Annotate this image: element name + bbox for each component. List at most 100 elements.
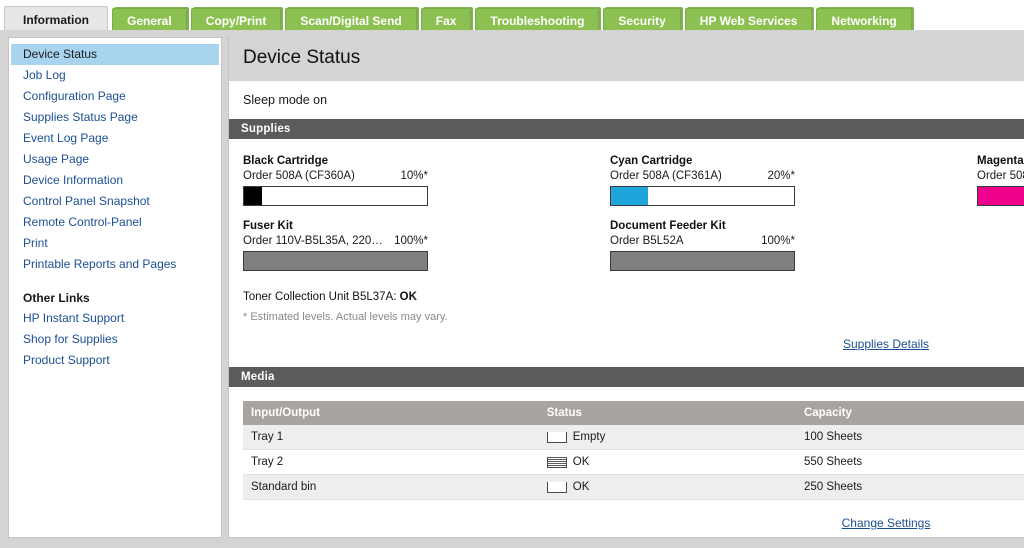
supply-level-fill	[611, 252, 794, 270]
sidebar-item-event-log-page[interactable]: Event Log Page	[9, 128, 221, 149]
media-header-row: Input/OutputStatusCapacitySizeType	[243, 401, 1024, 425]
supply-level-gauge	[977, 186, 1024, 206]
media-section-header: Media	[229, 367, 1024, 387]
supplies-details-row: Supplies Details	[229, 329, 1024, 367]
sidebar-nav-list: Device Status Job Log Configuration Page Su…	[9, 44, 221, 275]
supply-level-fill	[978, 187, 1024, 205]
cartridge-gauges-row: Black Cartridge Order 508A (CF360A) 10%* Cy…	[243, 155, 1024, 206]
media-cell-capacity: 550 Sheets	[795, 449, 1024, 475]
other-link-product-support[interactable]: Product Support	[9, 350, 221, 371]
toner-collection-unit-label: Toner Collection Unit B5L37A:	[243, 291, 400, 303]
tray-status-cell: Empty	[546, 431, 788, 443]
supply-percent-label: 100%*	[394, 235, 428, 247]
tab-information[interactable]: Information	[4, 6, 108, 33]
printer-ews-page: Information General Copy/Print Scan/Digital…	[0, 0, 1024, 548]
supply-name: Fuser Kit	[243, 220, 293, 232]
supply-document-feeder-kit: Document Feeder Kit Order B5L52A 100%*	[610, 220, 795, 271]
supplies-body: Black Cartridge Order 508A (CF360A) 10%* Cy…	[229, 139, 1024, 329]
page-title: Device Status	[243, 47, 361, 68]
supply-percent-label: 100%*	[761, 235, 795, 247]
page-body: Device Status Job Log Configuration Page Su…	[0, 33, 1024, 548]
sidebar-item-device-status[interactable]: Device Status	[11, 44, 219, 65]
supply-level-gauge	[610, 251, 795, 271]
media-cell-capacity: 100 Sheets	[795, 425, 1024, 450]
table-row: Tray 2OK550 SheetsLetter (8.5x11)Plain	[243, 449, 1024, 475]
supply-percent-label: 10%*	[400, 170, 429, 182]
media-cell-input-output: Tray 2	[243, 449, 539, 475]
supply-percent-label: 20%*	[767, 170, 796, 182]
supply-fuser-kit: Fuser Kit Order 110V-B5L35A, 220V-... 100%…	[243, 220, 428, 271]
supply-level-fill	[244, 187, 263, 205]
device-status-message: Sleep mode on	[229, 81, 1024, 119]
supply-level-gauge	[243, 186, 428, 206]
media-cell-status: OK	[538, 474, 796, 500]
media-cell-capacity: 250 Sheets	[795, 474, 1024, 500]
supply-order-code: Order 508A (CF360A)	[243, 170, 355, 182]
tab-list: Information General Copy/Print Scan/Digital…	[0, 0, 1024, 33]
supplies-details-link[interactable]: Supplies Details	[843, 337, 929, 351]
change-settings-row: Change Settings	[229, 508, 1024, 546]
tray-full-icon	[546, 456, 567, 468]
media-cell-status: OK	[538, 449, 796, 475]
media-table-head: Input/OutputStatusCapacitySizeType	[243, 401, 1024, 425]
media-col-header-capacity: Capacity	[795, 401, 1024, 425]
supply-name: Cyan Cartridge	[610, 155, 693, 167]
sidebar-item-printable-reports-and-pages[interactable]: Printable Reports and Pages	[9, 254, 221, 275]
media-body: Input/OutputStatusCapacitySizeType Tray …	[229, 387, 1024, 508]
content-panel: Device Status Sleep mode on Supplies Bla…	[228, 37, 1024, 538]
supply-level-gauge	[610, 186, 795, 206]
change-settings-link[interactable]: Change Settings	[842, 516, 931, 530]
supply-black-cartridge: Black Cartridge Order 508A (CF360A) 10%*	[243, 155, 428, 206]
supply-order-code: Order B5L52A	[610, 235, 684, 247]
other-link-hp-instant-support[interactable]: HP Instant Support	[9, 308, 221, 329]
supply-meta: Order 508A (CF363A)60%*	[977, 170, 1024, 182]
supply-meta: Order 508A (CF361A) 20%*	[610, 170, 795, 182]
other-link-shop-for-supplies[interactable]: Shop for Supplies	[9, 329, 221, 350]
supply-magenta-cartridge: Magenta Cartridge Order 508A (CF363A)60%*	[977, 155, 1024, 206]
table-row: Standard binOK250 SheetsN/AN/A	[243, 474, 1024, 500]
toner-collection-unit-status: Toner Collection Unit B5L37A: OK	[243, 291, 1024, 303]
tray-empty-icon	[546, 481, 567, 493]
sidebar-item-supplies-status-page[interactable]: Supplies Status Page	[9, 107, 221, 128]
sidebar-item-print[interactable]: Print	[9, 233, 221, 254]
supply-cyan-cartridge: Cyan Cartridge Order 508A (CF361A) 20%*	[610, 155, 795, 206]
media-table: Input/OutputStatusCapacitySizeType Tray …	[243, 401, 1024, 500]
sidebar-item-usage-page[interactable]: Usage Page	[9, 149, 221, 170]
toner-collection-unit-value: OK	[399, 291, 417, 303]
other-links-heading: Other Links	[23, 291, 90, 305]
sidebar: Device Status Job Log Configuration Page Su…	[8, 37, 222, 538]
media-cell-status: Empty	[538, 425, 796, 450]
tray-status-text: Empty	[572, 431, 606, 443]
supply-meta: Order 110V-B5L35A, 220V-... 100%*	[243, 235, 428, 247]
supply-order-code: Order 110V-B5L35A, 220V-...	[243, 235, 389, 247]
main-tab-bar: Information General Copy/Print Scan/Digital…	[0, 0, 1024, 33]
sidebar-item-device-information[interactable]: Device Information	[9, 170, 221, 191]
sidebar-other-links-list: HP Instant Support Shop for Supplies Produ…	[9, 308, 221, 371]
supply-level-gauge	[243, 251, 428, 271]
sidebar-item-configuration-page[interactable]: Configuration Page	[9, 86, 221, 107]
media-cell-input-output: Tray 1	[243, 425, 539, 450]
supply-meta: Order B5L52A 100%*	[610, 235, 795, 247]
kit-gauges-row: Fuser Kit Order 110V-B5L35A, 220V-... 100%…	[243, 220, 1024, 271]
media-col-header-input-output: Input/Output	[243, 401, 539, 425]
supply-name: Magenta Cartridge	[977, 155, 1024, 167]
tray-status-text: OK	[572, 456, 590, 468]
tray-status-cell: OK	[546, 481, 788, 493]
supply-order-code: Order 508A (CF363A)	[977, 170, 1024, 182]
media-cell-input-output: Standard bin	[243, 474, 539, 500]
sidebar-item-remote-control-panel[interactable]: Remote Control-Panel	[9, 212, 221, 233]
supply-level-fill	[611, 187, 648, 205]
media-table-body: Tray 1Empty100 SheetsAny SizeAny TypeTra…	[243, 425, 1024, 500]
sidebar-item-job-log[interactable]: Job Log	[9, 65, 221, 86]
supply-meta: Order 508A (CF360A) 10%*	[243, 170, 428, 182]
media-col-header-status: Status	[538, 401, 796, 425]
tray-empty-icon	[546, 431, 567, 443]
supply-level-fill	[244, 252, 427, 270]
tray-status-cell: OK	[546, 456, 788, 468]
supplies-section-header: Supplies	[229, 119, 1024, 139]
sidebar-item-control-panel-snapshot[interactable]: Control Panel Snapshot	[9, 191, 221, 212]
table-row: Tray 1Empty100 SheetsAny SizeAny Type	[243, 425, 1024, 450]
content-header: Device Status	[229, 37, 1024, 81]
supply-order-code: Order 508A (CF361A)	[610, 170, 722, 182]
